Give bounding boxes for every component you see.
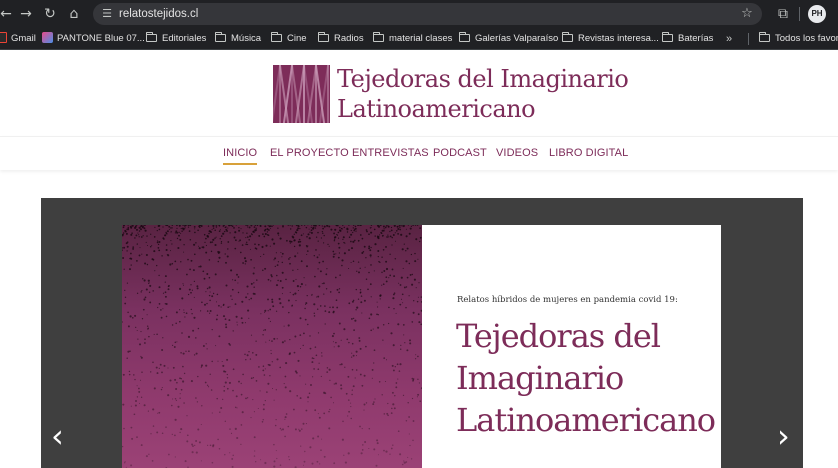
folder-icon	[373, 32, 384, 42]
site-settings-icon[interactable]: ☰	[99, 6, 115, 22]
profile-avatar[interactable]: PH	[808, 5, 826, 23]
reload-icon[interactable]: ↻	[40, 4, 60, 24]
folder-icon	[759, 32, 770, 42]
cover-subtitle: Relatos híbridos de mujeres en pandemia …	[457, 295, 678, 305]
extensions-icon[interactable]: ⧉	[773, 4, 793, 24]
nav-entrevistas[interactable]: ENTREVISTAS	[352, 147, 429, 159]
site-header: Tejedoras del Imaginario Latinoamericano	[0, 50, 838, 136]
nav-videos[interactable]: VIDEOS	[496, 147, 538, 159]
cover-title-line-1: Tejedoras del	[456, 317, 661, 355]
bookmark-pantone[interactable]: PANTONE Blue 07...	[42, 28, 145, 49]
stipple-texture	[122, 225, 422, 468]
nav-el-proyecto[interactable]: EL PROYECTO	[270, 147, 349, 159]
url-text[interactable]: relatostejidos.cl	[119, 3, 198, 25]
bookmark-baterias[interactable]: Baterías	[662, 28, 713, 49]
home-icon[interactable]: ⌂	[64, 4, 84, 24]
toolbar-divider	[799, 7, 800, 21]
back-icon[interactable]: ←	[0, 4, 16, 24]
folder-icon	[562, 32, 573, 42]
nav-inicio[interactable]: INICIO	[223, 147, 258, 165]
address-bar[interactable]: ☰ relatostejidos.cl ☆	[93, 3, 762, 25]
cover-title-line-2: Imaginario	[456, 359, 624, 397]
bookmark-all[interactable]: Todos los favorit	[759, 28, 838, 49]
bookmarks-divider	[748, 33, 749, 45]
cover-title: Tejedoras del Imaginario Latinoamericano	[456, 315, 716, 441]
browser-toolbar: ← → ↻ ⌂ ☰ relatostejidos.cl ☆ ⧉ PH	[0, 0, 838, 28]
cover-image	[122, 225, 422, 468]
bookmarks-bar: Gmail PANTONE Blue 07... Editoriales Mús…	[0, 28, 838, 50]
main-nav: INICIO EL PROYECTO ENTREVISTAS PODCAST V…	[0, 136, 838, 170]
next-slide-arrow-icon[interactable]: ›	[777, 420, 790, 452]
logo-woven-threads-icon[interactable]	[273, 65, 330, 123]
logo-line-1: Tejedoras del Imaginario	[337, 65, 629, 93]
prev-slide-arrow-icon[interactable]: ‹	[51, 420, 64, 452]
bookmark-galerias[interactable]: Galerías Valparaíso	[459, 28, 558, 49]
nav-podcast[interactable]: PODCAST	[433, 147, 487, 159]
bookmark-musica[interactable]: Música	[215, 28, 261, 49]
folder-icon	[459, 32, 470, 42]
bookmark-star-icon[interactable]: ☆	[738, 5, 756, 23]
bookmark-revistas[interactable]: Revistas interesa...	[562, 28, 659, 49]
gmail-icon	[0, 32, 7, 43]
logo-line-2: Latinoamericano	[337, 95, 536, 123]
folder-icon	[146, 32, 157, 42]
cover-title-panel: Relatos híbridos de mujeres en pandemia …	[422, 225, 721, 468]
folder-icon	[271, 32, 282, 42]
site-logo-text[interactable]: Tejedoras del Imaginario Latinoamericano	[337, 64, 629, 124]
nav-libro-digital[interactable]: LIBRO DIGITAL	[549, 147, 628, 159]
folder-icon	[662, 32, 673, 42]
bookmark-editoriales[interactable]: Editoriales	[146, 28, 206, 49]
bookmark-gmail[interactable]: Gmail	[0, 28, 36, 49]
bookmark-material-clases[interactable]: material clases	[373, 28, 452, 49]
folder-icon	[215, 32, 226, 42]
hero-slider: Relatos híbridos de mujeres en pandemia …	[41, 198, 803, 468]
forward-icon[interactable]: →	[16, 4, 36, 24]
bookmark-cine[interactable]: Cine	[271, 28, 307, 49]
more-bookmarks-button[interactable]: »	[726, 28, 732, 49]
bookmark-radios[interactable]: Radios	[318, 28, 364, 49]
folder-icon	[318, 32, 329, 42]
pantone-icon	[42, 32, 53, 43]
cover-title-line-3: Latinoamericano	[456, 401, 716, 439]
